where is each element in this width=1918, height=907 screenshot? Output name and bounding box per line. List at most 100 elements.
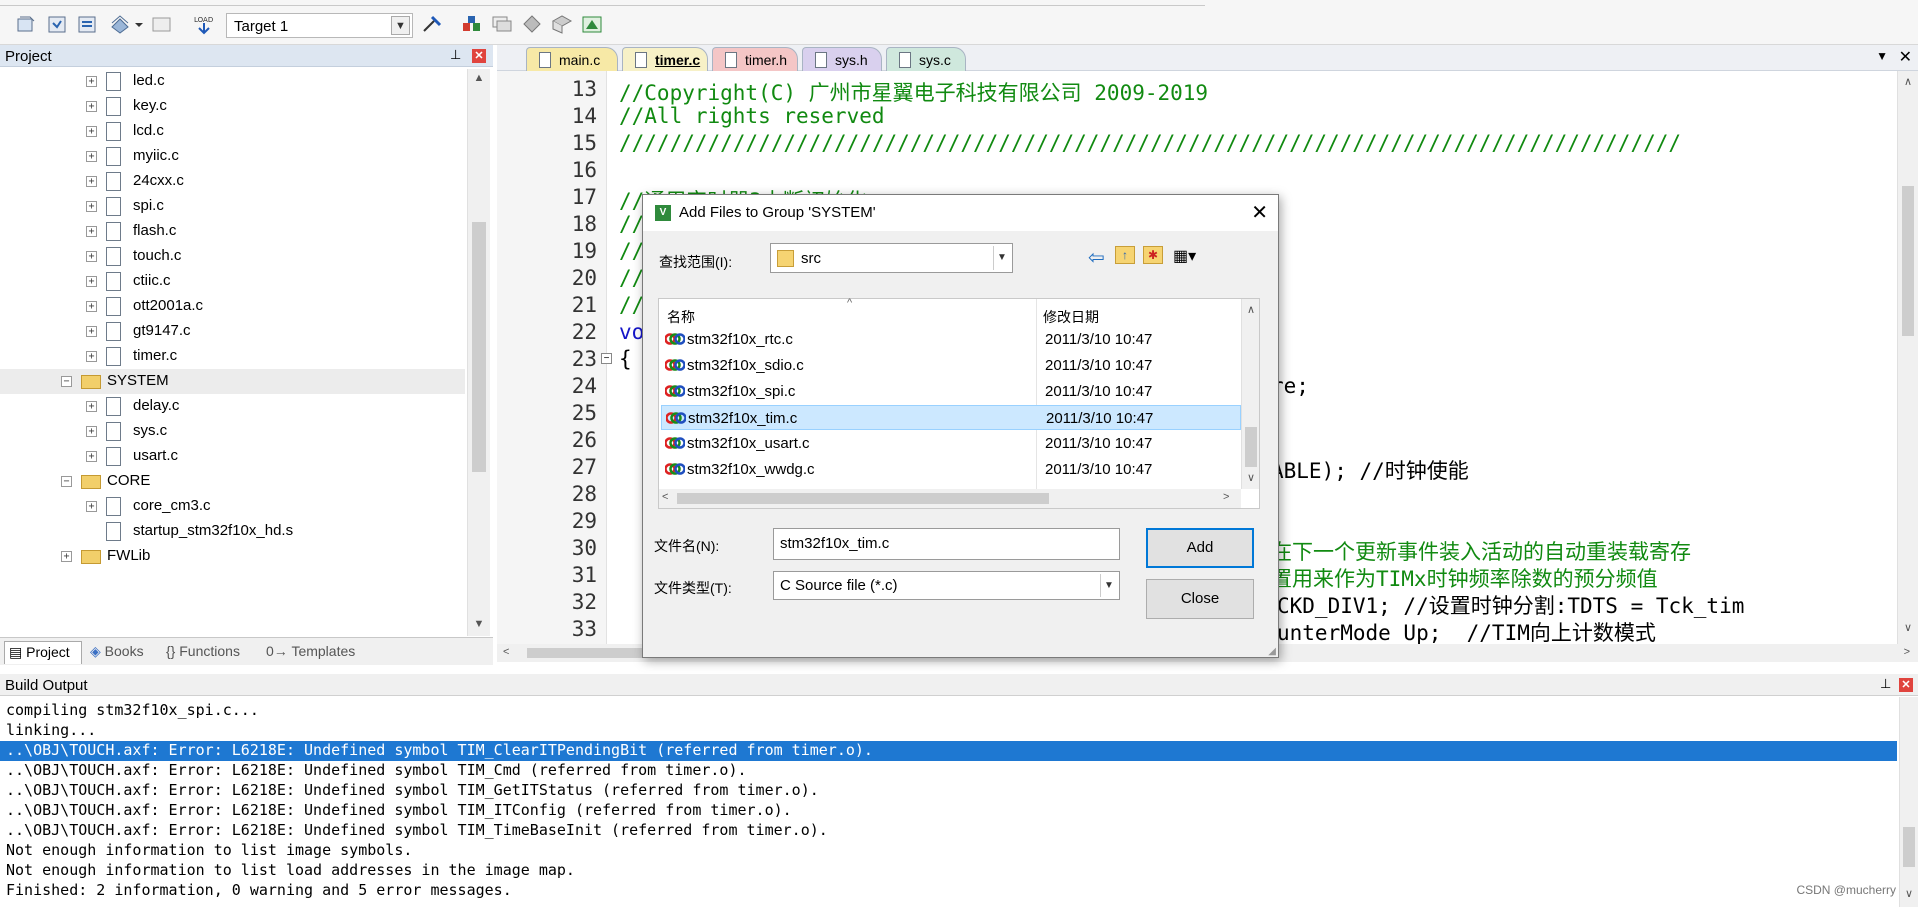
scroll-left-icon[interactable]: < — [662, 491, 668, 503]
scrollbar-thumb[interactable] — [677, 493, 1049, 504]
stop-build-icon[interactable] — [150, 13, 174, 35]
scroll-down-icon[interactable]: ∨ — [1900, 621, 1916, 634]
tab-timer-c[interactable]: timer.c — [622, 47, 708, 71]
close-icon[interactable]: ✕ — [1899, 47, 1912, 67]
file-list[interactable]: ^ 名称 修改日期 stm32f10x_rtc.c 2011/3/10 10:47… — [658, 297, 1260, 509]
tab-templates[interactable]: 0→ Templates — [262, 641, 362, 664]
tree-item[interactable]: + gt9147.c — [0, 319, 465, 344]
close-button[interactable]: Close — [1146, 579, 1254, 619]
manage-components-icon[interactable] — [460, 13, 484, 35]
expand-icon[interactable]: + — [86, 401, 97, 412]
scrollbar-thumb[interactable] — [472, 222, 486, 472]
expand-icon[interactable]: + — [86, 326, 97, 337]
tab-list-dropdown-icon[interactable]: ▼ — [1876, 49, 1888, 63]
scroll-left-icon[interactable]: < — [503, 646, 509, 658]
filename-input[interactable]: stm32f10x_tim.c — [773, 528, 1120, 560]
expand-icon[interactable]: + — [86, 276, 97, 287]
tree-item[interactable]: + led.c — [0, 69, 465, 94]
tree-item[interactable]: + flash.c — [0, 219, 465, 244]
log-line[interactable]: ..\OBJ\TOUCH.axf: Error: L6218E: Undefin… — [6, 821, 828, 841]
scrollbar-thumb[interactable] — [1902, 186, 1914, 336]
expand-icon[interactable]: + — [86, 176, 97, 187]
file-list-hscrollbar[interactable]: < > — [659, 489, 1241, 508]
tree-item[interactable]: + delay.c — [0, 394, 465, 419]
pack-update-icon[interactable] — [580, 13, 604, 35]
rebuild-icon[interactable] — [76, 13, 100, 35]
tree-item[interactable]: + ctiic.c — [0, 269, 465, 294]
tree-item[interactable]: + key.c — [0, 94, 465, 119]
up-folder-icon[interactable]: ↑ — [1115, 246, 1135, 264]
tree-item[interactable]: + usart.c — [0, 444, 465, 469]
view-menu-icon[interactable]: ▦▾ — [1173, 246, 1196, 266]
file-list-scrollbar[interactable]: ∧ ∨ — [1241, 299, 1259, 489]
tree-item[interactable]: + spi.c — [0, 194, 465, 219]
chevron-down-icon[interactable]: ▼ — [391, 16, 410, 35]
scroll-down-icon[interactable]: ▼ — [471, 618, 487, 630]
expand-icon[interactable]: + — [86, 76, 97, 87]
expand-icon[interactable]: + — [86, 251, 97, 262]
collapse-icon[interactable]: − — [61, 476, 72, 487]
tree-item[interactable]: + lcd.c — [0, 119, 465, 144]
scroll-up-icon[interactable]: ∧ — [1244, 303, 1258, 316]
expand-icon[interactable]: + — [86, 101, 97, 112]
add-button[interactable]: Add — [1146, 528, 1254, 568]
expand-icon[interactable]: + — [86, 201, 97, 212]
translate-icon[interactable] — [14, 13, 38, 35]
chevron-down-icon[interactable]: ▼ — [993, 246, 1010, 270]
download-icon[interactable]: LOAD — [192, 13, 216, 35]
build-output-log[interactable]: compiling stm32f10x_spi.c... linking... … — [0, 697, 1918, 907]
tree-item[interactable]: + sys.c — [0, 419, 465, 444]
target-options-icon[interactable] — [420, 13, 444, 35]
log-line[interactable]: ..\OBJ\TOUCH.axf: Error: L6218E: Undefin… — [6, 761, 747, 781]
scroll-right-icon[interactable]: > — [1223, 491, 1229, 503]
build-output-scrollbar[interactable]: ∨ — [1899, 697, 1918, 907]
scroll-up-icon[interactable]: ∧ — [1900, 75, 1916, 88]
tab-project[interactable]: ▤ Project — [4, 641, 82, 664]
tree-item[interactable]: + core_cm3.c — [0, 494, 465, 519]
new-folder-icon[interactable]: ✱ — [1143, 246, 1163, 264]
log-line[interactable]: ..\OBJ\TOUCH.axf: Error: L6218E: Undefin… — [6, 781, 819, 801]
chevron-down-icon[interactable]: ▼ — [1100, 574, 1117, 597]
expand-icon[interactable]: + — [86, 501, 97, 512]
scroll-down-icon[interactable]: ∨ — [1902, 887, 1916, 900]
scrollbar-thumb[interactable] — [1245, 427, 1257, 467]
expand-icon[interactable]: + — [61, 551, 72, 562]
file-row-selected[interactable]: stm32f10x_tim.c 2011/3/10 10:47 — [661, 405, 1241, 430]
lookin-select[interactable]: src ▼ — [770, 243, 1013, 273]
project-tree-scrollbar[interactable]: ▲ ▼ — [467, 69, 490, 636]
log-line-selected[interactable]: ..\OBJ\TOUCH.axf: Error: L6218E: Undefin… — [0, 741, 1897, 761]
close-icon[interactable]: ✕ — [472, 49, 486, 63]
chevron-down-icon[interactable] — [133, 13, 145, 35]
file-row[interactable]: stm32f10x_rtc.c 2011/3/10 10:47 — [661, 327, 1241, 352]
tab-timer-h[interactable]: timer.h — [712, 47, 798, 71]
column-header-name[interactable]: 名称 — [667, 307, 695, 327]
tab-sys-h[interactable]: sys.h — [802, 47, 882, 71]
pin-icon[interactable]: ⊥ — [450, 47, 461, 63]
tree-item[interactable]: + myiic.c — [0, 144, 465, 169]
tree-item[interactable]: startup_stm32f10x_hd.s — [0, 519, 465, 544]
build-icon[interactable] — [46, 13, 70, 35]
scroll-right-icon[interactable]: > — [1904, 646, 1910, 658]
file-row[interactable]: stm32f10x_usart.c 2011/3/10 10:47 — [661, 431, 1241, 456]
expand-icon[interactable]: + — [86, 351, 97, 362]
file-row[interactable]: stm32f10x_wwdg.c 2011/3/10 10:47 — [661, 457, 1241, 482]
scroll-up-icon[interactable]: ▲ — [471, 72, 487, 84]
diamond-icon[interactable] — [520, 13, 544, 35]
resize-grip-icon[interactable]: ◢ — [1268, 646, 1276, 657]
tree-group-core[interactable]: − CORE — [0, 469, 465, 494]
close-icon[interactable]: ✕ — [1251, 200, 1268, 225]
expand-icon[interactable]: + — [86, 426, 97, 437]
tree-item[interactable]: + touch.c — [0, 244, 465, 269]
scrollbar-thumb[interactable] — [1903, 827, 1915, 867]
tree-group-fwlib[interactable]: + FWLib — [0, 544, 465, 569]
stack-icon[interactable] — [490, 13, 514, 35]
tab-sys-c[interactable]: sys.c — [886, 47, 966, 71]
batch-build-icon[interactable] — [108, 13, 132, 35]
fold-icon[interactable]: − — [601, 353, 612, 364]
expand-icon[interactable]: + — [86, 301, 97, 312]
tree-item[interactable]: + ott2001a.c — [0, 294, 465, 319]
back-icon[interactable]: ⇦ — [1088, 245, 1105, 270]
editor-vertical-scrollbar[interactable]: ∧ ∨ — [1897, 71, 1918, 644]
tab-main-c[interactable]: main.c — [526, 47, 618, 71]
filetype-select[interactable]: C Source file (*.c) ▼ — [773, 571, 1120, 600]
